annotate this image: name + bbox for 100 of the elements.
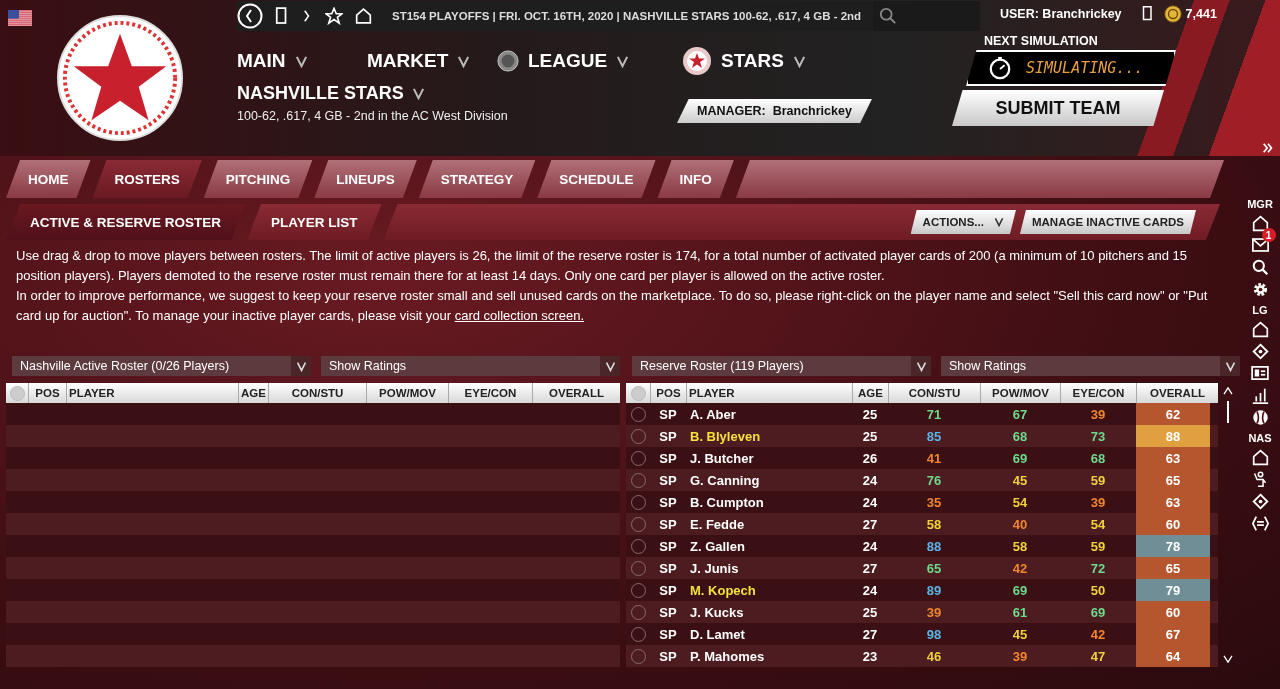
ratings-dropdown[interactable]: Show Ratings: [321, 356, 620, 376]
flag-icon[interactable]: [8, 10, 32, 26]
table-cell-text: 27: [861, 515, 879, 534]
tab[interactable]: PITCHING: [203, 160, 313, 198]
phone-icon[interactable]: [1141, 5, 1154, 22]
table-cell-text: SP: [658, 405, 678, 424]
menu-item[interactable]: MAIN: [237, 50, 367, 72]
player-name[interactable]: A. Aber: [686, 403, 852, 425]
home-icon[interactable]: [1251, 448, 1269, 466]
rating-value: 73: [1090, 428, 1106, 444]
rating-value: 71: [926, 406, 942, 422]
chevron-icon: [616, 54, 630, 68]
rating-value: 76: [926, 472, 942, 488]
sidebar-section-label: NAS: [1248, 432, 1272, 444]
overall-cell: 78: [1136, 535, 1210, 557]
player-name[interactable]: J. Butcher: [686, 447, 852, 469]
sidebar-section-label: LG: [1252, 304, 1268, 316]
chevron-icon: [793, 54, 806, 68]
player-name[interactable]: M. Kopech: [686, 579, 852, 601]
rating-value: 39: [1012, 648, 1028, 664]
table-cell-text: SP: [658, 603, 678, 622]
overall-cell: 60: [1136, 601, 1210, 623]
rating-value: 40: [1012, 516, 1028, 532]
tab[interactable]: INFO: [657, 160, 734, 198]
sub-tab[interactable]: PLAYER LIST: [247, 204, 382, 240]
rating-value: 35: [926, 494, 942, 510]
tab[interactable]: LINEUPS: [314, 160, 417, 198]
table-cell-text: SP: [658, 537, 678, 556]
select-all-radio[interactable]: [630, 385, 646, 401]
player-name[interactable]: Z. Gallen: [686, 535, 852, 557]
mail-icon[interactable]: [1251, 238, 1269, 252]
league-icon: [497, 50, 519, 72]
coin-icon: [1163, 4, 1182, 23]
rating-value: 69: [1012, 582, 1028, 598]
menu-item[interactable]: LEAGUE: [497, 50, 682, 72]
tab[interactable]: HOME: [6, 160, 91, 198]
table-cell-text: 24: [861, 581, 879, 600]
rating-value: 54: [1012, 494, 1028, 510]
card-icon[interactable]: [1251, 366, 1269, 380]
roster-dropdown[interactable]: Nashville Active Roster (0/26 Players): [12, 356, 311, 376]
diamond-icon[interactable]: [1251, 492, 1269, 510]
tab[interactable]: STRATEGY: [418, 160, 536, 198]
back-icon[interactable]: [237, 3, 263, 29]
table-cell-text: 24: [861, 537, 879, 556]
expand-icon[interactable]: [1262, 142, 1274, 154]
overall-cell: 67: [1136, 623, 1210, 645]
player-name[interactable]: B. Blyleven: [686, 425, 852, 447]
team-name-dropdown[interactable]: NASHVILLE STARS: [237, 83, 425, 104]
overall-cell: 65: [1136, 469, 1210, 491]
card-collection-link[interactable]: card collection screen.: [454, 308, 584, 323]
team-icon: [682, 46, 712, 76]
player-name[interactable]: J. Kucks: [686, 601, 852, 623]
home-icon[interactable]: [355, 7, 372, 25]
table-cell-text: SP: [658, 493, 678, 512]
player-name[interactable]: G. Canning: [686, 469, 852, 491]
table-cell-text: 25: [861, 603, 879, 622]
table-cell-text: SP: [658, 471, 678, 490]
simulation-display: SIMULATING...: [966, 50, 1176, 86]
chevron-icon: [915, 360, 927, 372]
next-simulation-label: NEXT SIMULATION: [984, 34, 1098, 48]
home-icon[interactable]: [1251, 320, 1269, 338]
player-name[interactable]: D. Lamet: [686, 623, 852, 645]
overall-cell: 65: [1136, 557, 1210, 579]
overall-cell: 88: [1136, 425, 1210, 447]
notification-badge: 1: [1261, 228, 1276, 242]
person-icon[interactable]: [1251, 470, 1269, 488]
search-field[interactable]: [873, 1, 980, 31]
roster-dropdown[interactable]: Reserve Roster (119 Players): [632, 356, 931, 376]
player-name[interactable]: J. Junis: [686, 557, 852, 579]
star-icon[interactable]: [325, 7, 343, 25]
table-cell-text: 24: [861, 493, 879, 512]
sub-tab[interactable]: ACTIVE & RESERVE ROSTER: [6, 204, 246, 240]
search-icon[interactable]: [1251, 258, 1269, 276]
baseball-icon[interactable]: [1251, 408, 1269, 426]
player-name[interactable]: E. Fedde: [686, 513, 852, 535]
bar-chart-icon[interactable]: [1251, 386, 1269, 404]
scroll-up-icon[interactable]: [1223, 387, 1233, 395]
menu-item[interactable]: MARKET: [367, 50, 497, 72]
tab[interactable]: SCHEDULE: [537, 160, 656, 198]
chevron-icon: [1224, 360, 1236, 372]
submit-team-button[interactable]: SUBMIT TEAM: [952, 90, 1164, 126]
rating-value: 72: [1090, 560, 1106, 576]
actions-dropdown[interactable]: ACTIONS...: [910, 210, 1016, 234]
select-all-radio[interactable]: [9, 385, 25, 401]
ratings-dropdown[interactable]: Show Ratings: [941, 356, 1240, 376]
player-name[interactable]: B. Cumpton: [686, 491, 852, 513]
swap-icon[interactable]: [1251, 514, 1269, 532]
scroll-down-icon[interactable]: [1223, 655, 1233, 663]
menu-item[interactable]: STARS: [682, 46, 867, 76]
settings-icon[interactable]: [1251, 280, 1269, 298]
tab[interactable]: ROSTERS: [92, 160, 202, 198]
diamond-icon[interactable]: [1251, 342, 1269, 360]
rating-value: 68: [1090, 450, 1106, 466]
scrollbar-thumb[interactable]: [1227, 401, 1229, 423]
table-cell-text: SP: [658, 581, 678, 600]
home-icon[interactable]: [1251, 214, 1269, 232]
rating-value: 39: [1090, 494, 1106, 510]
phone-icon[interactable]: [275, 7, 289, 25]
player-name[interactable]: P. Mahomes: [686, 645, 852, 667]
table-cell-text: 27: [861, 625, 879, 644]
